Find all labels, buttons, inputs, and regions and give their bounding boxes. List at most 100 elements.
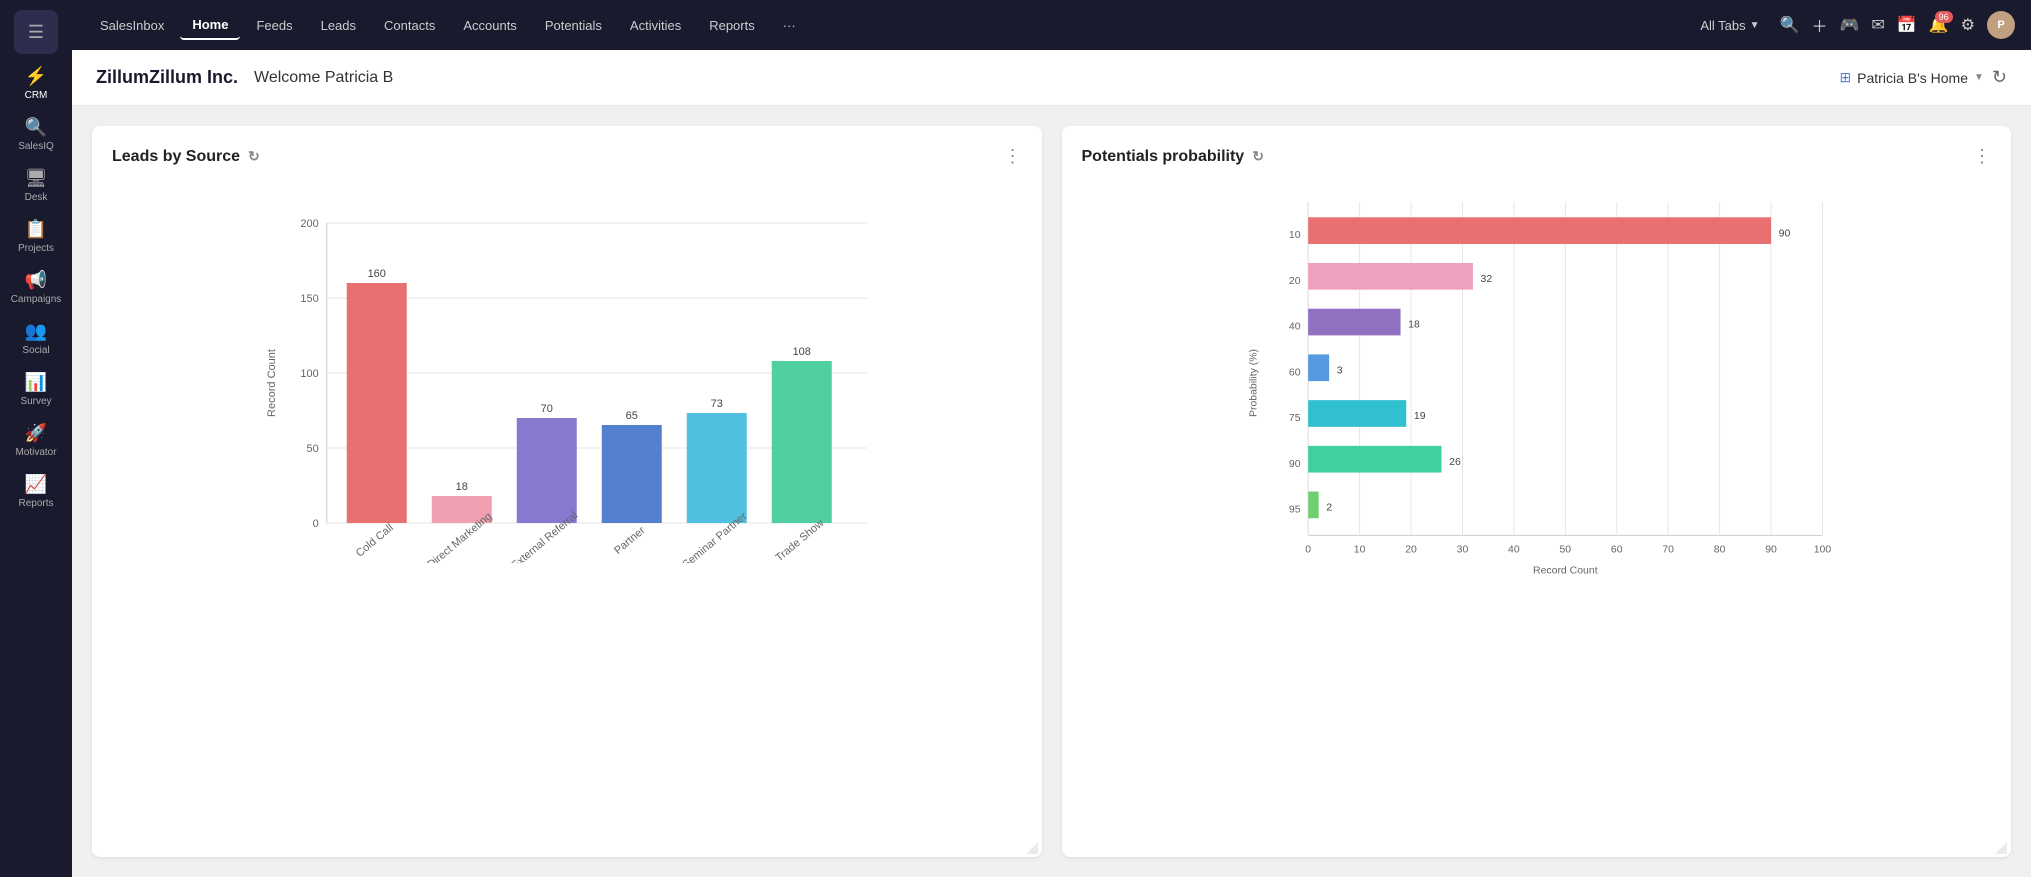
svg-text:160: 160 (368, 268, 386, 280)
nav-item-salesinbox[interactable]: SalesInbox (88, 12, 176, 39)
bar-prob-75[interactable] (1308, 400, 1406, 427)
potentials-chart-menu-button[interactable]: ⋮ (1973, 146, 1991, 167)
add-button[interactable]: ＋ (1811, 13, 1827, 37)
svg-text:10: 10 (1288, 230, 1300, 241)
svg-text:70: 70 (1662, 545, 1674, 556)
leads-chart-menu-button[interactable]: ⋮ (1004, 146, 1022, 167)
home-selector[interactable]: ⊞ Patricia B's Home ▼ (1839, 69, 1983, 86)
nav-item-potentials[interactable]: Potentials (533, 12, 614, 39)
nav-item-accounts[interactable]: Accounts (451, 12, 528, 39)
reports-icon: 📈 (25, 474, 47, 495)
svg-text:Probability (%): Probability (%) (1248, 349, 1259, 417)
svg-text:0: 0 (1305, 545, 1311, 556)
topnav-right: All Tabs ▼ 🔍 ＋ 🎮 ✉ 📅 🔔 96 ⚙ P (1692, 11, 2015, 39)
svg-text:90: 90 (1765, 545, 1777, 556)
svg-text:60: 60 (1610, 545, 1622, 556)
hamburger-menu-button[interactable]: ☰ (14, 10, 58, 54)
avatar[interactable]: P (1987, 11, 2015, 39)
nav-item-home[interactable]: Home (180, 11, 240, 40)
chevron-down-icon: ▼ (1750, 20, 1760, 31)
svg-text:32: 32 (1480, 274, 1492, 285)
potentials-chart-svg: Probability (%) (1082, 183, 1992, 583)
sidebar-item-desk[interactable]: 🖥 Desk (0, 160, 72, 211)
header-bar: Zillum Zillum Inc. Zillum Inc. Welcome P… (72, 50, 2031, 106)
campaigns-icon: 📢 (25, 270, 47, 291)
nav-item-feeds[interactable]: Feeds (244, 12, 304, 39)
bar-cold-call[interactable] (347, 283, 407, 523)
leads-chart-svg: Record Count 0 50 100 150 (112, 183, 1022, 563)
welcome-message: Welcome Patricia B (254, 69, 393, 87)
sidebar-item-label: Projects (18, 243, 54, 254)
sidebar-item-reports[interactable]: 📈 Reports (0, 466, 72, 517)
svg-text:73: 73 (711, 398, 723, 410)
svg-text:20: 20 (1405, 545, 1417, 556)
svg-text:18: 18 (1408, 320, 1420, 331)
settings-button[interactable]: ⚙ (1961, 15, 1975, 35)
bar-seminar-partner[interactable] (687, 413, 747, 523)
brand-logo: Zillum (96, 67, 149, 88)
svg-text:100: 100 (1813, 545, 1831, 556)
nav-item-more[interactable]: ··· (771, 12, 808, 39)
bar-prob-90[interactable] (1308, 446, 1441, 473)
all-tabs-button[interactable]: All Tabs ▼ (1692, 14, 1767, 37)
leads-chart-title: Leads by Source ↻ (112, 148, 260, 166)
svg-text:50: 50 (1559, 545, 1571, 556)
home-label-text: Patricia B's Home (1857, 70, 1968, 86)
potentials-probability-card: Potentials probability ↻ ⋮ Probability (… (1062, 126, 2012, 857)
sidebar-item-projects[interactable]: 📋 Projects (0, 211, 72, 262)
bar-prob-95[interactable] (1308, 492, 1318, 519)
header-right: ⊞ Patricia B's Home ▼ ↻ (1839, 67, 2007, 88)
top-navigation: SalesInbox Home Feeds Leads Contacts Acc… (72, 0, 2031, 50)
leads-chart-refresh-button[interactable]: ↻ (248, 148, 260, 165)
sidebar: ☰ ⚡ CRM 🔍 SalesIQ 🖥 Desk 📋 Projects 📢 Ca… (0, 0, 72, 877)
nav-item-contacts[interactable]: Contacts (372, 12, 447, 39)
sidebar-item-crm[interactable]: ⚡ CRM (0, 58, 72, 109)
nav-item-activities[interactable]: Activities (618, 12, 693, 39)
svg-text:65: 65 (626, 410, 638, 422)
bar-prob-20[interactable] (1308, 263, 1473, 290)
sidebar-item-label: Reports (18, 498, 53, 509)
potentials-chart-header: Potentials probability ↻ ⋮ (1082, 146, 1992, 167)
bar-trade-show[interactable] (772, 361, 832, 523)
leads-chart-header: Leads by Source ↻ ⋮ (112, 146, 1022, 167)
potentials-chart-title: Potentials probability ↻ (1082, 148, 1264, 166)
refresh-button[interactable]: ↻ (1992, 67, 2007, 88)
bar-prob-60[interactable] (1308, 354, 1329, 381)
bar-prob-10[interactable] (1308, 217, 1771, 244)
nav-item-leads[interactable]: Leads (309, 12, 368, 39)
nav-item-reports[interactable]: Reports (697, 12, 767, 39)
svg-text:80: 80 (1713, 545, 1725, 556)
svg-text:150: 150 (300, 293, 318, 305)
search-button[interactable]: 🔍 (1780, 15, 1800, 35)
svg-text:60: 60 (1288, 367, 1300, 378)
mail-button[interactable]: ✉ (1871, 15, 1884, 35)
potentials-bar-chart: Probability (%) (1082, 183, 1992, 583)
svg-text:50: 50 (307, 443, 319, 455)
bar-partner[interactable] (602, 425, 662, 523)
bar-prob-40[interactable] (1308, 309, 1400, 336)
resize-handle[interactable] (1026, 841, 1038, 853)
sidebar-item-salesiq[interactable]: 🔍 SalesIQ (0, 109, 72, 160)
leads-bar-chart: Record Count 0 50 100 150 (112, 183, 1022, 563)
sidebar-item-campaigns[interactable]: 📢 Campaigns (0, 262, 72, 313)
calendar-button[interactable]: 📅 (1897, 15, 1917, 35)
svg-text:19: 19 (1413, 411, 1425, 422)
svg-text:70: 70 (541, 403, 553, 415)
sidebar-item-motivator[interactable]: 🚀 Motivator (0, 415, 72, 466)
gamepad-button[interactable]: 🎮 (1839, 15, 1859, 35)
svg-text:100: 100 (300, 368, 318, 380)
svg-text:18: 18 (456, 481, 468, 493)
svg-text:10: 10 (1353, 545, 1365, 556)
svg-text:40: 40 (1288, 322, 1300, 333)
bar-external-referral[interactable] (517, 418, 577, 523)
svg-text:0: 0 (313, 518, 319, 530)
sidebar-item-social[interactable]: 👥 Social (0, 313, 72, 364)
svg-text:40: 40 (1508, 545, 1520, 556)
resize-handle-potentials[interactable] (1995, 841, 2007, 853)
svg-text:20: 20 (1288, 276, 1300, 287)
potentials-chart-refresh-button[interactable]: ↻ (1252, 148, 1264, 165)
notifications-button[interactable]: 🔔 96 (1929, 15, 1949, 35)
chevron-down-icon: ▼ (1974, 72, 1984, 83)
survey-icon: 📊 (25, 372, 47, 393)
sidebar-item-survey[interactable]: 📊 Survey (0, 364, 72, 415)
